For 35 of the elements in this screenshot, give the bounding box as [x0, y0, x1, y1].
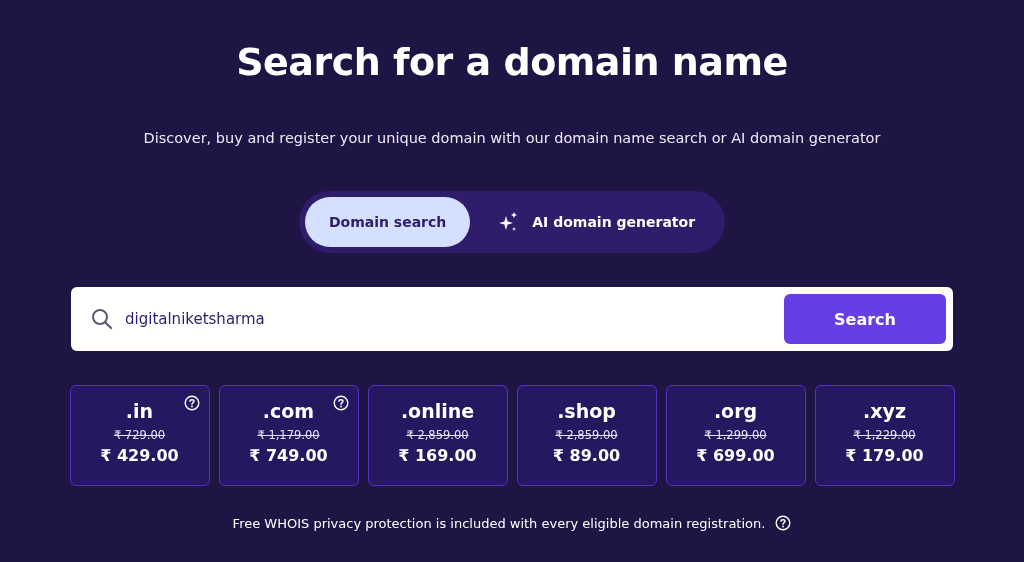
domain-card[interactable]: .shop ₹ 2,859.00 ₹ 89.00 [516, 385, 657, 486]
search-button[interactable]: Search [784, 294, 946, 344]
domain-card[interactable]: .com ₹ 1,179.00 ₹ 749.00 [218, 385, 359, 486]
sale-price: ₹ 169.00 [398, 445, 477, 467]
search-icon [91, 308, 113, 330]
help-icon[interactable] [183, 395, 200, 411]
subtitle: Discover, buy and register your unique domain with our domain name search or AI domain generator [143, 129, 881, 148]
original-price: ₹ 1,229.00 [853, 427, 916, 444]
domain-extension: .xyz [863, 399, 906, 424]
original-price: ₹ 1,299.00 [704, 427, 767, 444]
original-price: ₹ 1,179.00 [257, 427, 320, 444]
help-icon[interactable] [332, 395, 349, 411]
sale-price: ₹ 429.00 [100, 445, 179, 467]
privacy-note: Free WHOIS privacy protection is included with every eligible domain registration. [232, 515, 766, 531]
original-price: ₹ 2,859.00 [555, 427, 618, 444]
sale-price: ₹ 749.00 [249, 445, 328, 467]
original-price: ₹ 729.00 [113, 427, 166, 444]
domain-card[interactable]: .org ₹ 1,299.00 ₹ 699.00 [665, 385, 806, 486]
page-title: Search for a domain name [236, 39, 788, 86]
domain-card[interactable]: .online ₹ 2,859.00 ₹ 169.00 [367, 385, 508, 486]
sale-price: ₹ 699.00 [696, 445, 775, 467]
domain-extension: .org [713, 399, 758, 424]
original-price: ₹ 2,859.00 [406, 427, 469, 444]
domain-input[interactable]: digitalniketsharma [123, 309, 774, 329]
domain-extension: .shop [557, 399, 616, 424]
domain-extension: .in [125, 399, 154, 424]
tab[interactable]: AI domain generator [474, 197, 720, 247]
domain-card[interactable]: .xyz ₹ 1,229.00 ₹ 179.00 [814, 385, 955, 486]
tab[interactable]: Domain search [304, 197, 471, 247]
domain-extension: .com [262, 399, 315, 424]
sale-price: ₹ 89.00 [552, 445, 621, 467]
domain-card[interactable]: .in ₹ 729.00 ₹ 429.00 [69, 385, 210, 486]
help-icon[interactable] [775, 515, 792, 531]
sale-price: ₹ 179.00 [845, 445, 924, 467]
domain-extension: .online [400, 399, 475, 424]
